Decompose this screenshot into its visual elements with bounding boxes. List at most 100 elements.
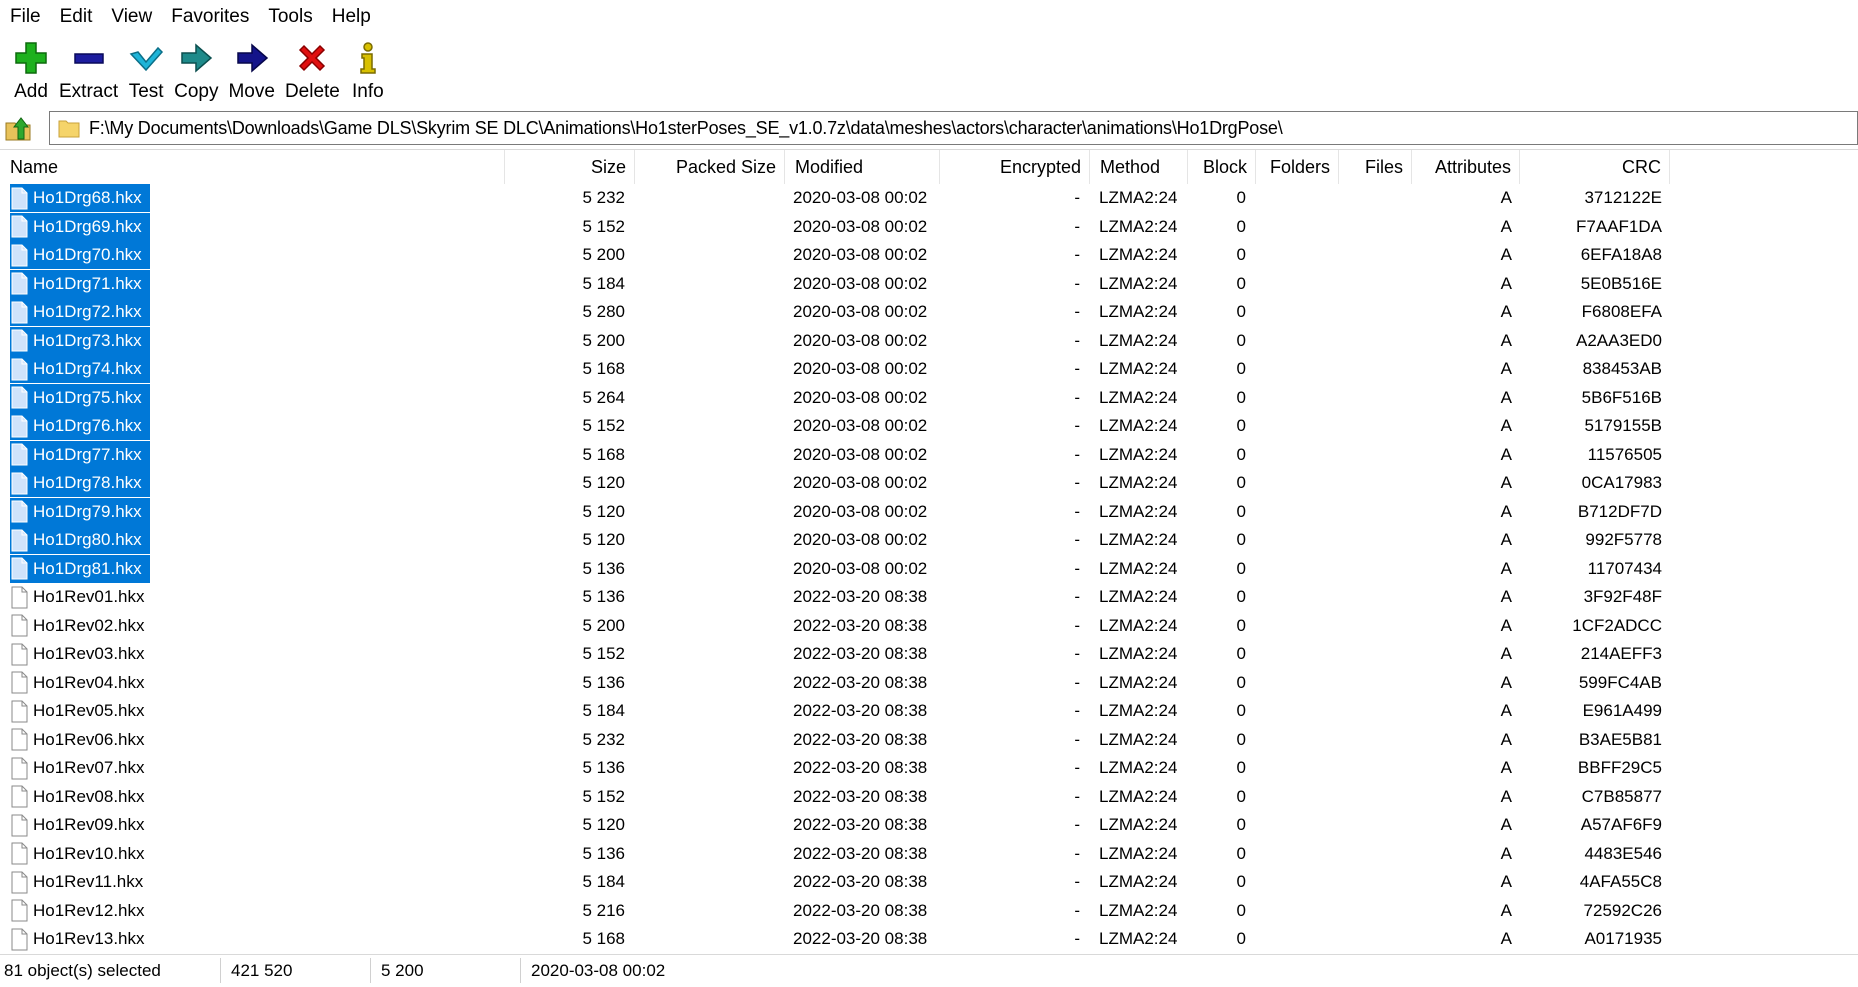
menu-favorites[interactable]: Favorites xyxy=(161,3,258,31)
col-header-folders[interactable]: Folders xyxy=(1256,150,1339,184)
table-row[interactable]: Ho1Drg71.hkx 5 184 2020-03-08 00:02 - LZMA2:… xyxy=(0,269,1858,298)
file-name-cell[interactable]: Ho1Rev13.hkx xyxy=(10,925,153,952)
cell-block: 0 xyxy=(1236,416,1246,435)
table-row[interactable]: Ho1Drg69.hkx 5 152 2020-03-08 00:02 - LZMA2:… xyxy=(0,212,1858,241)
file-name-cell[interactable]: Ho1Drg70.hkx xyxy=(10,241,150,269)
move-button[interactable]: Move xyxy=(223,34,279,106)
menu-view[interactable]: View xyxy=(101,3,161,31)
file-icon xyxy=(11,557,28,580)
extract-label: Extract xyxy=(59,81,119,102)
file-name-cell[interactable]: Ho1Drg75.hkx xyxy=(10,383,150,412)
file-name-cell[interactable]: Ho1Drg78.hkx xyxy=(10,469,150,497)
file-name-cell[interactable]: Ho1Rev02.hkx xyxy=(10,612,153,640)
file-name-cell[interactable]: Ho1Drg80.hkx xyxy=(10,526,150,554)
col-header-encrypted[interactable]: Encrypted xyxy=(940,150,1090,184)
table-row[interactable]: Ho1Drg81.hkx 5 136 2020-03-08 00:02 - LZMA2:… xyxy=(0,554,1858,583)
file-name-cell[interactable]: Ho1Drg68.hkx xyxy=(10,184,150,212)
cell-size: 5 136 xyxy=(582,587,625,606)
menu-tools[interactable]: Tools xyxy=(258,3,321,31)
file-name: Ho1Rev03.hkx xyxy=(33,644,145,663)
cell-size: 5 136 xyxy=(582,843,625,863)
file-name-cell[interactable]: Ho1Drg74.hkx xyxy=(10,355,150,383)
file-name-cell[interactable]: Ho1Rev12.hkx xyxy=(10,897,153,925)
file-name-cell[interactable]: Ho1Drg73.hkx xyxy=(10,326,150,355)
table-row[interactable]: Ho1Drg76.hkx 5 152 2020-03-08 00:02 - LZMA2:… xyxy=(0,412,1858,440)
file-name-cell[interactable]: Ho1Drg77.hkx xyxy=(10,440,150,469)
cell-block: 0 xyxy=(1236,786,1246,806)
file-name-cell[interactable]: Ho1Drg81.hkx xyxy=(10,554,150,583)
table-row[interactable]: Ho1Rev04.hkx 5 136 2022-03-20 08:38 - LZMA2:… xyxy=(0,669,1858,697)
table-row[interactable]: Ho1Rev02.hkx 5 200 2022-03-20 08:38 - LZMA2:… xyxy=(0,612,1858,640)
cell-modified: 2020-03-08 00:02 xyxy=(793,330,928,350)
copy-button[interactable]: Copy xyxy=(169,34,223,106)
col-header-block[interactable]: Block xyxy=(1188,150,1256,184)
table-row[interactable]: Ho1Rev10.hkx 5 136 2022-03-20 08:38 - LZMA2:… xyxy=(0,840,1858,868)
address-bar[interactable]: F:\My Documents\Downloads\Game DLS\Skyri… xyxy=(49,111,1858,145)
table-row[interactable]: Ho1Rev13.hkx 5 168 2022-03-20 08:38 - LZMA2:… xyxy=(0,925,1858,952)
file-list[interactable]: Name Size Packed Size Modified Encrypted… xyxy=(0,149,1858,952)
table-row[interactable]: Ho1Rev09.hkx 5 120 2022-03-20 08:38 - LZMA2:… xyxy=(0,811,1858,839)
cell-encrypted: - xyxy=(1074,359,1080,378)
menu-help[interactable]: Help xyxy=(322,3,380,31)
test-button[interactable]: Test xyxy=(123,34,169,106)
cell-block: 0 xyxy=(1236,359,1246,378)
cell-size: 5 136 xyxy=(582,672,625,692)
table-row[interactable]: Ho1Drg74.hkx 5 168 2020-03-08 00:02 - LZMA2:… xyxy=(0,355,1858,383)
file-name-cell[interactable]: Ho1Drg69.hkx xyxy=(10,212,150,241)
file-name-cell[interactable]: Ho1Rev03.hkx xyxy=(10,640,153,668)
col-header-files[interactable]: Files xyxy=(1339,150,1412,184)
table-row[interactable]: Ho1Drg80.hkx 5 120 2020-03-08 00:02 - LZMA2:… xyxy=(0,526,1858,554)
col-header-attributes[interactable]: Attributes xyxy=(1412,150,1520,184)
table-row[interactable]: Ho1Drg72.hkx 5 280 2020-03-08 00:02 - LZMA2:… xyxy=(0,298,1858,326)
table-row[interactable]: Ho1Rev03.hkx 5 152 2022-03-20 08:38 - LZMA2:… xyxy=(0,640,1858,668)
file-name-cell[interactable]: Ho1Drg72.hkx xyxy=(10,298,150,326)
table-row[interactable]: Ho1Rev11.hkx 5 184 2022-03-20 08:38 - LZMA2:… xyxy=(0,868,1858,896)
file-name-cell[interactable]: Ho1Rev05.hkx xyxy=(10,697,153,725)
up-folder-icon[interactable] xyxy=(4,113,34,143)
cell-modified: 2022-03-20 08:38 xyxy=(793,644,928,663)
table-row[interactable]: Ho1Drg70.hkx 5 200 2020-03-08 00:02 - LZMA2:… xyxy=(0,241,1858,269)
table-row[interactable]: Ho1Drg77.hkx 5 168 2020-03-08 00:02 - LZMA2:… xyxy=(0,440,1858,469)
table-row[interactable]: Ho1Rev05.hkx 5 184 2022-03-20 08:38 - LZMA2:… xyxy=(0,697,1858,725)
cell-block: 0 xyxy=(1236,501,1246,521)
info-button[interactable]: Info xyxy=(345,34,391,106)
col-header-modified[interactable]: Modified xyxy=(785,150,940,184)
cell-modified: 2020-03-08 00:02 xyxy=(793,188,928,207)
file-name-cell[interactable]: Ho1Rev07.hkx xyxy=(10,754,153,782)
menu-file[interactable]: File xyxy=(0,3,50,31)
col-header-name[interactable]: Name xyxy=(0,150,505,184)
table-row[interactable]: Ho1Rev01.hkx 5 136 2022-03-20 08:38 - LZMA2:… xyxy=(0,583,1858,611)
file-name-cell[interactable]: Ho1Drg79.hkx xyxy=(10,497,150,526)
file-name-cell[interactable]: Ho1Rev08.hkx xyxy=(10,783,153,811)
extract-button[interactable]: Extract xyxy=(54,34,123,106)
file-name-cell[interactable]: Ho1Rev04.hkx xyxy=(10,669,153,697)
menu-edit[interactable]: Edit xyxy=(50,3,102,31)
cell-method: LZMA2:24 xyxy=(1099,330,1178,350)
table-row[interactable]: Ho1Drg75.hkx 5 264 2020-03-08 00:02 - LZMA2:… xyxy=(0,383,1858,412)
delete-button[interactable]: Delete xyxy=(280,34,345,106)
col-header-size[interactable]: Size xyxy=(505,150,635,184)
table-row[interactable]: Ho1Drg68.hkx 5 232 2020-03-08 00:02 - LZMA2:… xyxy=(0,184,1858,212)
table-row[interactable]: Ho1Drg78.hkx 5 120 2020-03-08 00:02 - LZMA2:… xyxy=(0,469,1858,497)
file-name-cell[interactable]: Ho1Drg71.hkx xyxy=(10,269,150,298)
file-name-cell[interactable]: Ho1Rev06.hkx xyxy=(10,726,153,754)
file-name-cell[interactable]: Ho1Rev11.hkx xyxy=(10,868,151,896)
col-header-packed-size[interactable]: Packed Size xyxy=(635,150,785,184)
file-name-cell[interactable]: Ho1Rev01.hkx xyxy=(10,583,153,611)
cell-attributes: A xyxy=(1500,330,1512,350)
file-name-cell[interactable]: Ho1Rev10.hkx xyxy=(10,840,153,868)
table-row[interactable]: Ho1Rev12.hkx 5 216 2022-03-20 08:38 - LZMA2:… xyxy=(0,897,1858,925)
table-row[interactable]: Ho1Rev07.hkx 5 136 2022-03-20 08:38 - LZMA2:… xyxy=(0,754,1858,782)
table-row[interactable]: Ho1Drg73.hkx 5 200 2020-03-08 00:02 - LZMA2:… xyxy=(0,326,1858,355)
col-header-crc[interactable]: CRC xyxy=(1520,150,1670,184)
table-row[interactable]: Ho1Rev08.hkx 5 152 2022-03-20 08:38 - LZMA2:… xyxy=(0,783,1858,811)
col-header-method[interactable]: Method xyxy=(1090,150,1188,184)
cell-crc: E961A499 xyxy=(1582,701,1662,720)
file-name-cell[interactable]: Ho1Drg76.hkx xyxy=(10,412,150,440)
file-name: Ho1Rev04.hkx xyxy=(33,672,145,692)
add-button[interactable]: Add xyxy=(8,34,54,106)
file-name-cell[interactable]: Ho1Rev09.hkx xyxy=(10,811,153,839)
info-label: Info xyxy=(352,81,384,102)
table-row[interactable]: Ho1Drg79.hkx 5 120 2020-03-08 00:02 - LZMA2:… xyxy=(0,497,1858,526)
table-row[interactable]: Ho1Rev06.hkx 5 232 2022-03-20 08:38 - LZMA2:… xyxy=(0,726,1858,754)
